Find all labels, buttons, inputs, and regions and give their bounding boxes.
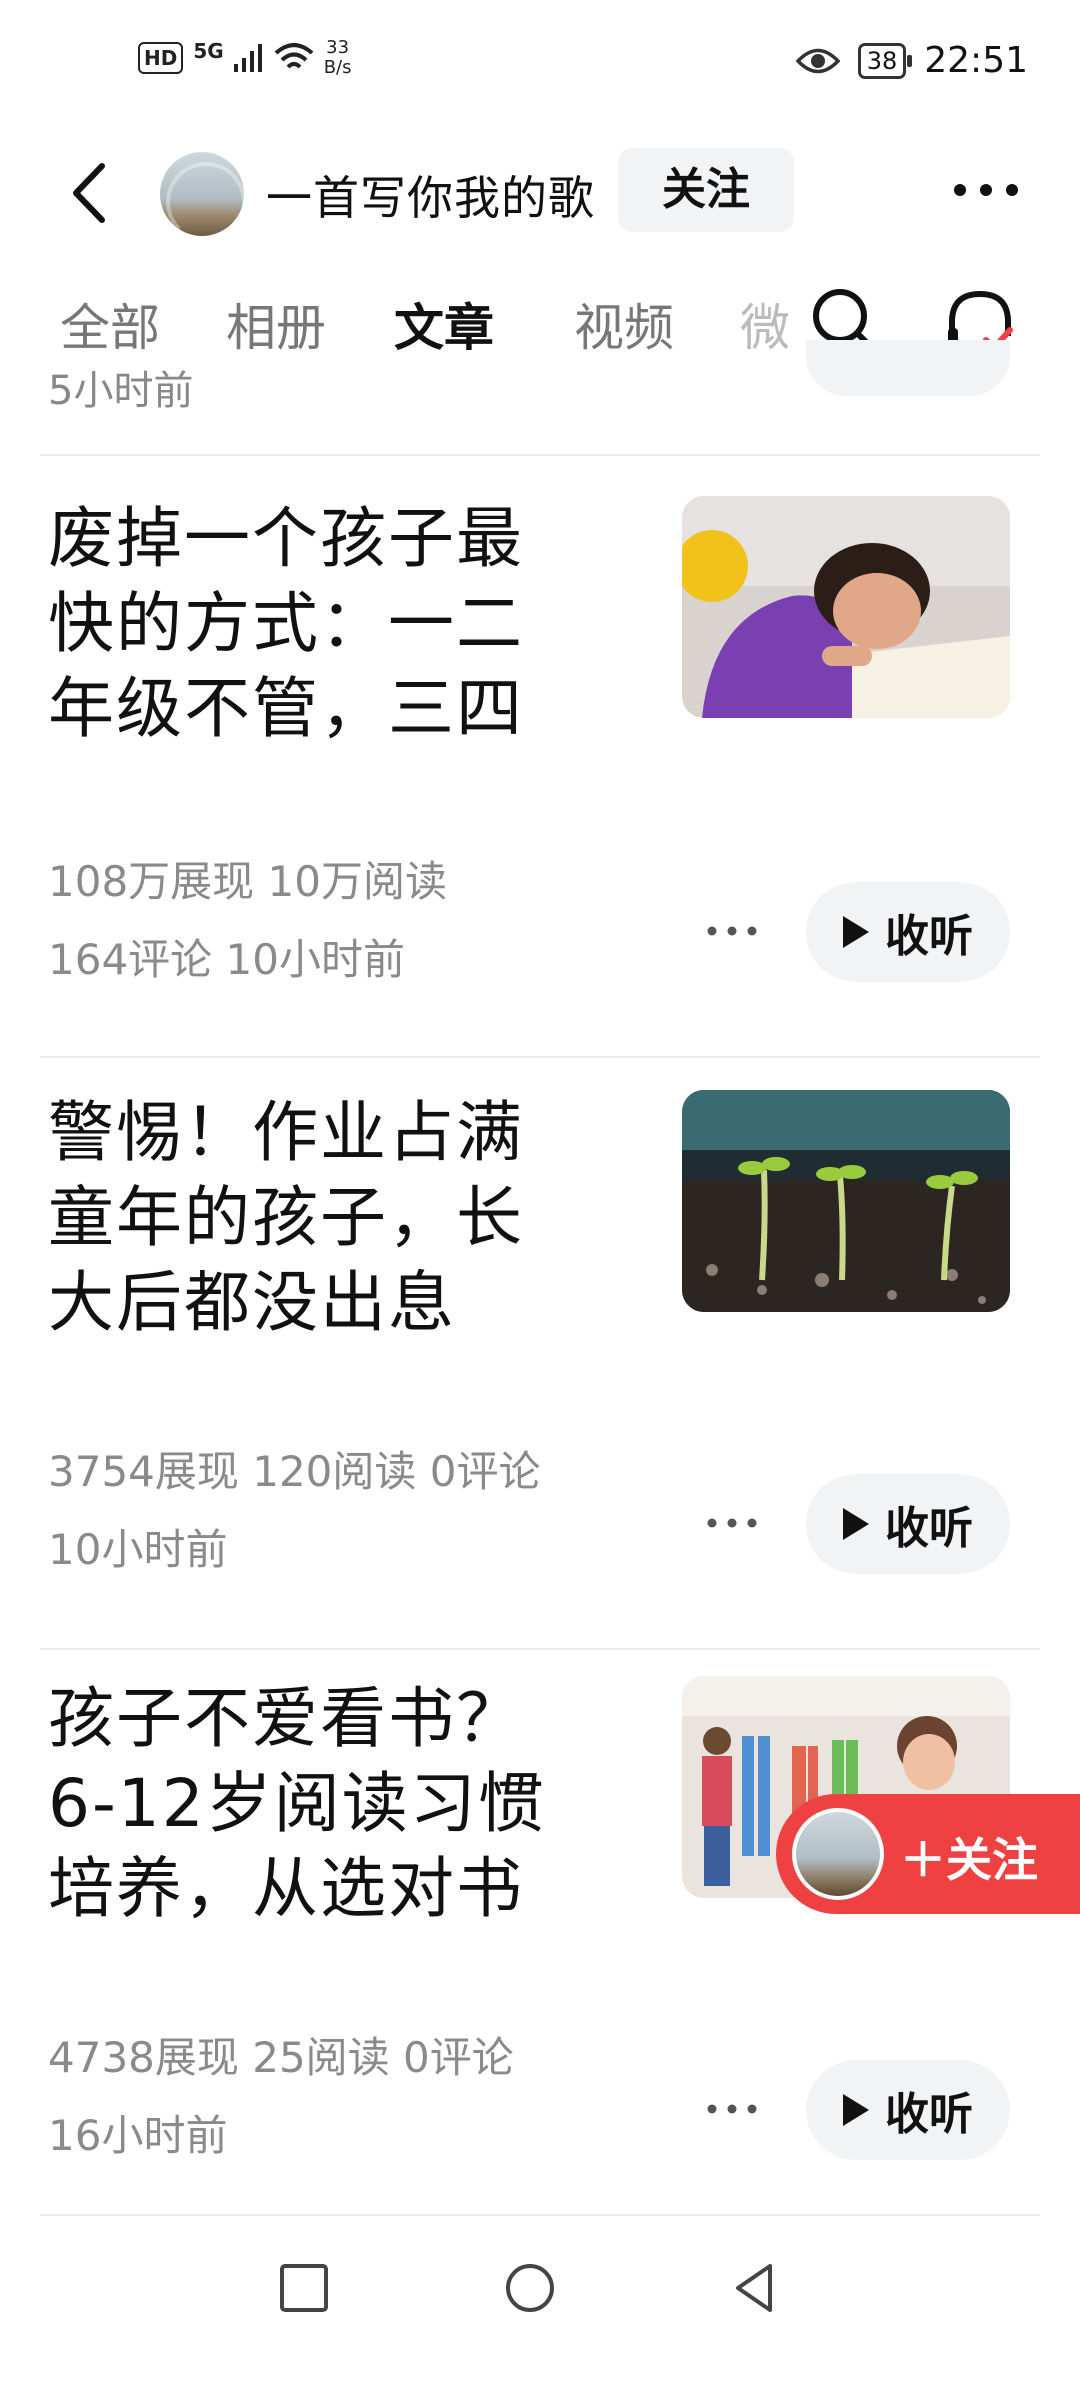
nav-circle-icon[interactable] <box>502 2260 558 2316</box>
more-icon[interactable] <box>702 1508 762 1538</box>
title-line: 童年的孩子，长 <box>48 1179 524 1256</box>
title-line: 警惕！作业占满 <box>48 1094 524 1171</box>
status-left: HD 5G 33 B/s <box>138 38 351 78</box>
title-line: 快的方式：一二 <box>48 585 524 662</box>
tab-all[interactable]: 全部 <box>60 288 160 360</box>
profile-header: 一首写你我的歌 关注 <box>0 140 1080 250</box>
title-line: 孩子不爱看书？ <box>48 1680 524 1757</box>
eye-icon <box>795 48 840 73</box>
divider <box>40 1648 1040 1650</box>
article-title[interactable]: 警惕！作业占满 童年的孩子，长 大后都没出息 <box>48 1090 608 1345</box>
more-icon[interactable] <box>946 160 1026 220</box>
play-icon <box>843 1508 869 1540</box>
title-line: 年级不管，三四 <box>48 670 524 747</box>
title-line: 废掉一个孩子最 <box>48 500 524 577</box>
play-icon <box>843 916 869 948</box>
net-speed-value: 33 <box>326 37 350 58</box>
tab-micro[interactable]: 微 <box>740 288 800 360</box>
follow-button[interactable]: 关注 <box>618 148 794 232</box>
play-icon <box>843 2094 869 2126</box>
net-speed: 33 B/s <box>324 38 352 78</box>
article-title[interactable]: 孩子不爱看书？ 6-12岁阅读习惯 培养，从选对书 <box>48 1676 648 1931</box>
article-stats: 4738展现 25阅读 0评论 <box>48 2033 514 2082</box>
tab-album[interactable]: 相册 <box>226 288 326 360</box>
listen-label: 收听 <box>885 2089 973 2140</box>
article-stats: 108万展现 10万阅读 <box>48 857 447 906</box>
floating-follow-button[interactable]: ＋关注 <box>776 1794 1080 1914</box>
battery-icon: 38 <box>857 42 912 79</box>
nav-square-icon[interactable] <box>276 2260 332 2316</box>
listen-button[interactable]: 收听 <box>806 882 1010 982</box>
clock: 22:51 <box>924 40 1028 81</box>
divider <box>40 454 1040 456</box>
listen-button[interactable]: 收听 <box>806 1474 1010 1574</box>
article-stats: 16小时前 <box>48 2111 228 2160</box>
divider <box>40 1056 1040 1058</box>
article-card[interactable]: 警惕！作业占满 童年的孩子，长 大后都没出息 3754展现 120阅读 0评论 … <box>0 1090 1080 1650</box>
article-stats: 164评论 10小时前 <box>48 935 405 984</box>
signal-bars-icon <box>233 44 262 72</box>
divider <box>40 2214 1040 2216</box>
previous-listen-button[interactable] <box>806 340 1010 396</box>
listen-label: 收听 <box>885 911 973 962</box>
listen-button[interactable]: 收听 <box>806 2060 1010 2160</box>
wifi-icon <box>274 43 314 69</box>
system-nav-bar <box>0 2230 1080 2350</box>
title-line: 大后都没出息 <box>48 1264 456 1341</box>
article-thumbnail[interactable] <box>682 1090 1010 1312</box>
more-icon[interactable] <box>702 916 762 946</box>
title-line: 6-12岁阅读习惯 <box>48 1765 546 1842</box>
nav-back-icon[interactable] <box>726 2260 782 2316</box>
tab-articles[interactable]: 文章 <box>394 288 494 360</box>
article-stats: 3754展现 120阅读 0评论 <box>48 1447 541 1496</box>
tab-videos[interactable]: 视频 <box>574 288 674 360</box>
floating-follow-label: ＋关注 <box>900 1833 1038 1887</box>
more-icon[interactable] <box>702 2094 762 2124</box>
profile-name[interactable]: 一首写你我的歌 <box>266 162 595 228</box>
article-title[interactable]: 废掉一个孩子最 快的方式：一二 年级不管，三四 <box>48 496 608 751</box>
status-bar: HD 5G 33 B/s 38 22:51 <box>0 0 1080 130</box>
article-card[interactable]: 孩子不爱看书？ 6-12岁阅读习惯 培养，从选对书 4738展现 25阅读 0评… <box>0 1676 1080 2236</box>
back-arrow-icon[interactable] <box>58 158 128 228</box>
article-card[interactable]: 废掉一个孩子最 快的方式：一二 年级不管，三四 108万展现 10万阅读 164… <box>0 496 1080 1056</box>
article-thumbnail[interactable] <box>682 496 1010 718</box>
article-stats: 10小时前 <box>48 1525 228 1574</box>
net-speed-unit: B/s <box>323 57 352 78</box>
listen-label: 收听 <box>885 1503 973 1554</box>
avatar <box>792 1808 884 1900</box>
hd-icon: HD <box>138 42 184 74</box>
previous-item-time: 5小时前 <box>48 368 194 414</box>
status-right: 38 22:51 <box>795 40 1028 81</box>
avatar[interactable] <box>160 152 244 236</box>
title-line: 培养，从选对书 <box>48 1850 524 1927</box>
signal-5g-label: 5G <box>193 39 224 63</box>
